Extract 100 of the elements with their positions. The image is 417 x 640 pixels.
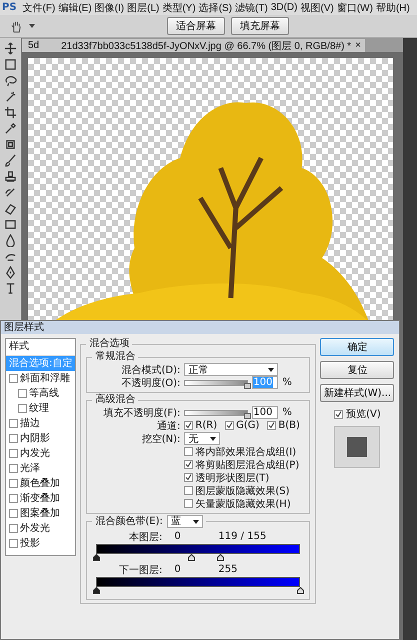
checkbox[interactable]: [9, 509, 18, 518]
field-label: 混合模式(D):: [120, 364, 180, 376]
checkbox-label[interactable]: G(G): [236, 420, 260, 431]
checkbox[interactable]: [9, 419, 18, 428]
style-list-item[interactable]: 外发光: [6, 521, 76, 536]
group-title: 常规混合: [94, 351, 136, 363]
style-list-item[interactable]: 纹理: [6, 401, 76, 416]
caret-icon: [192, 520, 199, 524]
menu-item[interactable]: 视图(V): [300, 0, 334, 14]
checkbox[interactable]: [9, 494, 18, 503]
checkbox[interactable]: [184, 421, 194, 430]
menu-item[interactable]: 滤镜(T): [235, 0, 268, 14]
type-icon[interactable]: [4, 282, 17, 295]
style-list-item[interactable]: 描边: [6, 416, 76, 431]
checkbox[interactable]: [184, 447, 194, 456]
dialog-button[interactable]: 复位: [320, 361, 394, 379]
menu-item[interactable]: 窗口(W): [336, 0, 373, 14]
preview-swatch: [334, 426, 380, 468]
checkbox[interactable]: [225, 421, 234, 430]
eyedropper-icon[interactable]: [4, 122, 17, 135]
checkbox-label[interactable]: B(B): [278, 420, 300, 431]
checkbox[interactable]: [9, 434, 18, 443]
checkbox-label[interactable]: 将剪贴图层混合成组(P): [195, 458, 300, 472]
pen-icon[interactable]: [4, 266, 17, 279]
style-list-item[interactable]: 图案叠加: [6, 506, 76, 521]
style-list-item[interactable]: 颜色叠加: [6, 476, 76, 491]
unit-label: %: [282, 377, 292, 388]
field-label: 混合颜色带(E):: [95, 516, 163, 528]
checkbox[interactable]: [184, 473, 194, 482]
hand-icon[interactable]: [10, 20, 23, 32]
checkbox[interactable]: [18, 404, 27, 413]
checkbox[interactable]: [18, 389, 27, 398]
checkbox[interactable]: [334, 410, 344, 418]
dialog-title: 图层样式: [1, 321, 399, 334]
drop-icon[interactable]: [4, 234, 17, 247]
blend-if-dropdown[interactable]: 蓝: [166, 515, 203, 528]
slider-thumb[interactable]: [93, 587, 100, 594]
eraser-icon[interactable]: [4, 202, 17, 215]
checkbox-label[interactable]: 透明形状图层(T): [195, 470, 270, 484]
slider-thumb[interactable]: [93, 554, 100, 561]
menu-item[interactable]: 图像(I): [94, 0, 124, 14]
group-title: 高级混合: [94, 394, 136, 406]
slider-thumb[interactable]: [296, 587, 304, 594]
toolbar-button[interactable]: 适合屏幕: [167, 17, 225, 35]
checkbox[interactable]: [9, 449, 18, 458]
style-list-item[interactable]: 内阴影: [6, 431, 76, 446]
checkbox[interactable]: [184, 486, 194, 495]
field-label: 通道:: [156, 420, 180, 432]
checkbox-label[interactable]: 将内部效果混合成组(I): [195, 444, 296, 458]
dialog-button[interactable]: 确定: [320, 338, 394, 356]
caret-icon[interactable]: [29, 24, 35, 28]
checkbox[interactable]: [9, 374, 18, 383]
slider-thumb[interactable]: [244, 382, 252, 388]
checkbox[interactable]: [9, 524, 18, 533]
style-list-item[interactable]: 等高线: [6, 386, 76, 401]
move-icon[interactable]: [4, 42, 17, 55]
menu-item[interactable]: 图层(L): [127, 0, 160, 14]
history-brush-icon[interactable]: [4, 186, 17, 199]
checkbox[interactable]: [9, 539, 18, 548]
caret-icon: [210, 436, 216, 440]
value-label: 119 / 155: [218, 531, 266, 542]
marquee-icon[interactable]: [4, 58, 17, 71]
style-list-item[interactable]: 斜面和浮雕: [6, 371, 76, 386]
checkbox[interactable]: [184, 460, 194, 469]
caret-icon: [268, 368, 274, 372]
slider-thumb[interactable]: [244, 412, 252, 418]
lasso-icon[interactable]: [4, 74, 17, 87]
style-list-item[interactable]: 渐变叠加: [6, 491, 76, 506]
checkbox-label[interactable]: R(R): [195, 420, 218, 431]
style-list-item[interactable]: 内发光: [6, 446, 76, 461]
field-label: 下一图层:: [118, 564, 162, 576]
checkbox[interactable]: [267, 421, 276, 430]
document-tab[interactable]: 5d 21d33f7bb033c5138d5f-JyONxV.jpg @ 66.7% (图层 0, RGB/8#) * ×: [22, 39, 365, 52]
blend-mode-dropdown[interactable]: 正常: [184, 363, 278, 376]
gradient-icon[interactable]: [4, 218, 17, 231]
checkbox[interactable]: [9, 464, 18, 473]
menu-item[interactable]: 文件(F): [22, 0, 56, 14]
checkbox-label[interactable]: 矢量蒙版隐藏效果(H): [195, 496, 291, 510]
checkbox-label[interactable]: 图层蒙版隐藏效果(S): [195, 484, 290, 498]
style-list-item[interactable]: 光泽: [6, 461, 76, 476]
dialog-button[interactable]: 新建样式(W)...: [320, 384, 394, 402]
menu-item[interactable]: 3D(D): [270, 2, 298, 13]
fill-opacity-input[interactable]: 100: [252, 406, 278, 419]
crop-icon[interactable]: [4, 106, 17, 119]
brush-icon[interactable]: [4, 154, 17, 167]
stamp-icon[interactable]: [4, 170, 17, 183]
checkbox[interactable]: [9, 479, 18, 488]
toolbar-button[interactable]: 填充屏幕: [231, 17, 289, 35]
app-logo: PS: [2, 2, 17, 13]
menu-item[interactable]: 编辑(E): [58, 0, 92, 14]
checkbox[interactable]: [184, 499, 194, 508]
field-label: 不透明度(O):: [120, 376, 180, 390]
checkbox-label[interactable]: 预览(V): [346, 407, 381, 421]
unit-label: %: [282, 407, 292, 418]
knockout-dropdown[interactable]: 无: [184, 432, 220, 445]
menu-item[interactable]: 类型(Y): [162, 0, 196, 14]
style-list-item[interactable]: 投影: [6, 536, 76, 551]
menu-item[interactable]: 帮助(H): [376, 0, 410, 14]
menu-item[interactable]: 选择(S): [198, 0, 232, 14]
magic-wand-icon[interactable]: [4, 90, 17, 103]
